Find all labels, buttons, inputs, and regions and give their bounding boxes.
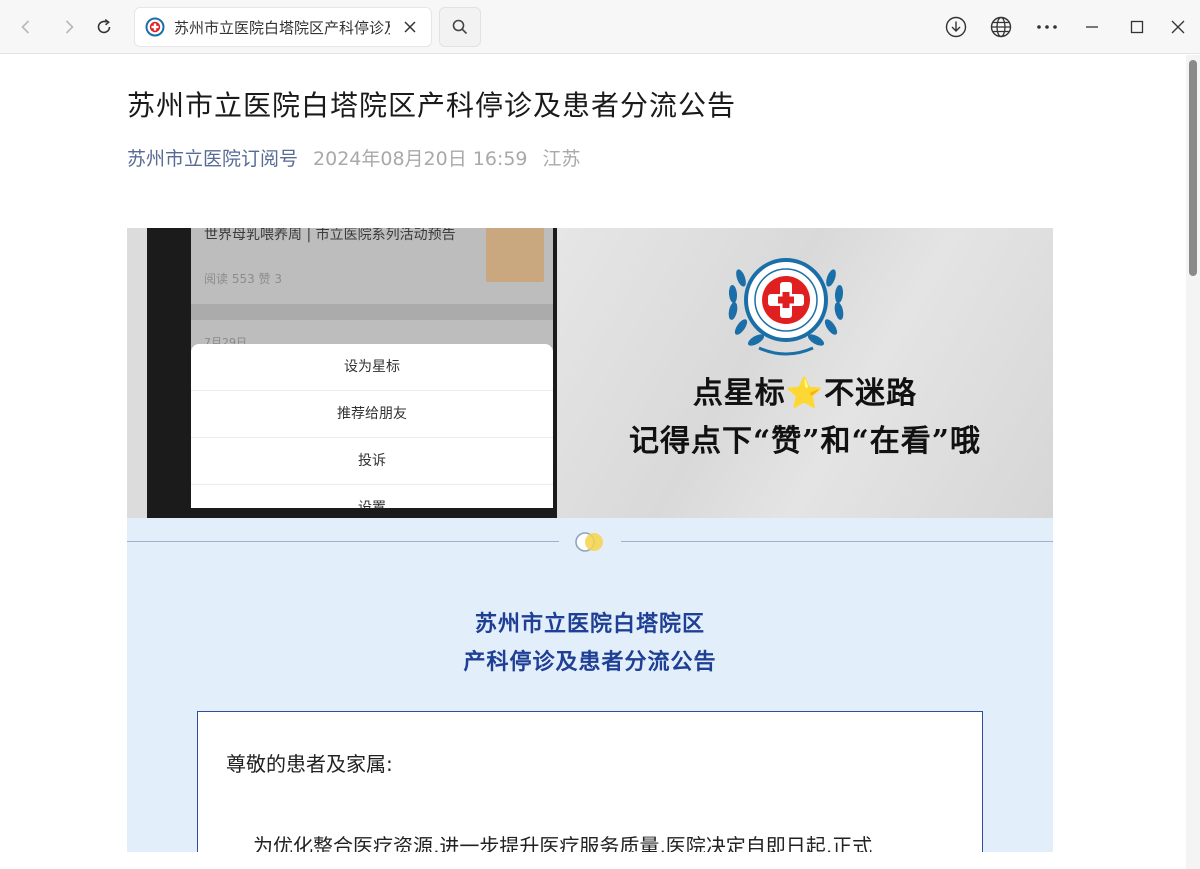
phone-menu-star: 设为星标	[191, 344, 553, 391]
search-icon[interactable]	[439, 7, 481, 47]
browser-toolbar: 苏州市立医院白塔院区产科停诊及患者分流公告	[0, 0, 1200, 54]
hospital-favicon-icon	[145, 17, 165, 37]
divider-circles-icon	[572, 530, 608, 554]
phone-menu-settings: 设置	[191, 485, 553, 508]
more-icon[interactable]	[1033, 13, 1061, 41]
phone-separator	[191, 304, 553, 320]
phone-menu-recommend: 推荐给朋友	[191, 391, 553, 438]
notice-paragraph: 为优化整合医疗资源,进一步提升医疗服务质量,医院决定自即日起,正式	[253, 834, 873, 852]
article-meta: 苏州市立医院订阅号 2024年08月20日 16:59 江苏	[127, 144, 581, 171]
maximize-icon[interactable]	[1123, 13, 1151, 41]
phone-feed-title: 世界母乳喂养周 | 市立医院系列活动预告	[204, 228, 456, 243]
slogan-line-1-end: 不迷路	[824, 376, 918, 411]
slogan-line-1: 点星标⭐不迷路	[557, 368, 1053, 412]
phone-screen: 世界母乳喂养周 | 市立医院系列活动预告 阅读 553 赞 3 7月29日 设为…	[191, 228, 553, 508]
download-icon[interactable]	[942, 13, 970, 41]
reload-icon[interactable]	[90, 13, 118, 41]
account-link[interactable]: 苏州市立医院订阅号	[127, 144, 298, 171]
notice-heading-line-2: 产科停诊及患者分流公告	[463, 650, 717, 675]
banner-image: 世界母乳喂养周 | 市立医院系列活动预告 阅读 553 赞 3 7月29日 设为…	[127, 228, 1053, 518]
back-arrow-icon[interactable]	[12, 13, 40, 41]
phone-action-menu: 设为星标 推荐给朋友 投诉 设置	[191, 344, 553, 508]
notice-salutation: 尊敬的患者及家属:	[226, 752, 393, 776]
notice-section: 苏州市立医院白塔院区 产科停诊及患者分流公告 尊敬的患者及家属: 为优化整合医疗…	[127, 518, 1053, 852]
hospital-logo-icon	[719, 248, 853, 360]
phone-thumbnail	[486, 228, 544, 282]
publish-date: 2024年08月20日 16:59	[313, 148, 528, 170]
scrollbar-thumb[interactable]	[1189, 60, 1197, 276]
tab-close-icon[interactable]	[399, 16, 421, 38]
notice-body-box: 尊敬的患者及家属: 为优化整合医疗资源,进一步提升医疗服务质量,医院决定自即日起…	[197, 711, 983, 852]
forward-arrow-icon[interactable]	[55, 13, 83, 41]
banner-slogan-area: 点星标⭐不迷路 记得点下“赞”和“在看”哦	[557, 228, 1053, 518]
publish-location: 江苏	[542, 148, 581, 170]
slogan-line-1-start: 点星标	[692, 376, 786, 411]
minimize-icon[interactable]	[1078, 13, 1106, 41]
slogan-line-2: 记得点下“赞”和“在看”哦	[628, 424, 982, 459]
divider-line-left	[127, 541, 559, 542]
star-icon: ⭐	[785, 376, 825, 411]
phone-feed-meta: 阅读 553 赞 3	[204, 272, 282, 286]
tab-title: 苏州市立医院白塔院区产科停诊及患者分流公告	[174, 18, 390, 37]
divider-line-right	[621, 541, 1053, 542]
browser-tab[interactable]: 苏州市立医院白塔院区产科停诊及患者分流公告	[134, 7, 432, 47]
article-title: 苏州市立医院白塔院区产科停诊及患者分流公告	[127, 89, 737, 122]
notice-heading-line-1: 苏州市立医院白塔院区	[474, 612, 705, 637]
globe-icon[interactable]	[987, 13, 1015, 41]
phone-menu-report: 投诉	[191, 438, 553, 485]
close-icon[interactable]	[1164, 13, 1192, 41]
phone-mockup: 世界母乳喂养周 | 市立医院系列活动预告 阅读 553 赞 3 7月29日 设为…	[147, 228, 557, 518]
